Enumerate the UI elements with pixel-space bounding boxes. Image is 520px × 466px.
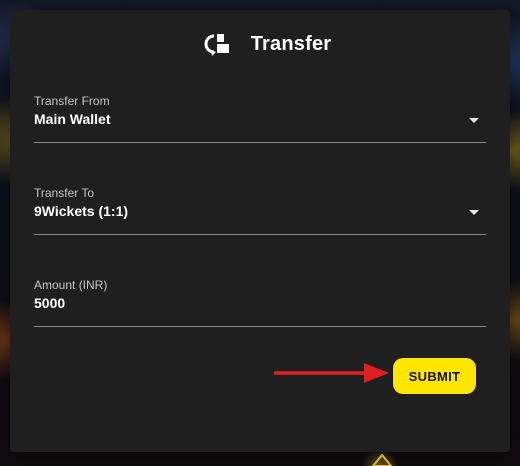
- chevron-down-icon[interactable]: [468, 111, 480, 123]
- transfer-from-value: Main Wallet: [34, 111, 111, 127]
- transfer-icon: [201, 31, 231, 57]
- warning-triangle-icon: [372, 454, 392, 466]
- transfer-to-value: 9Wickets (1:1): [34, 203, 129, 219]
- amount-field[interactable]: Amount (INR) 5000: [34, 278, 486, 327]
- dialog-header: Transfer: [10, 30, 510, 58]
- transfer-to-select[interactable]: Transfer To 9Wickets (1:1): [34, 186, 486, 235]
- transfer-to-label: Transfer To: [34, 186, 95, 200]
- red-arrow-annotation: [274, 363, 389, 383]
- chevron-down-icon[interactable]: [468, 203, 480, 215]
- dialog-title: Transfer: [250, 32, 332, 55]
- submit-button[interactable]: SUBMIT: [393, 358, 476, 394]
- amount-label: Amount (INR): [34, 278, 108, 292]
- amount-value[interactable]: 5000: [34, 295, 65, 311]
- transfer-from-select[interactable]: Transfer From Main Wallet: [34, 94, 486, 143]
- transfer-from-label: Transfer From: [34, 94, 110, 108]
